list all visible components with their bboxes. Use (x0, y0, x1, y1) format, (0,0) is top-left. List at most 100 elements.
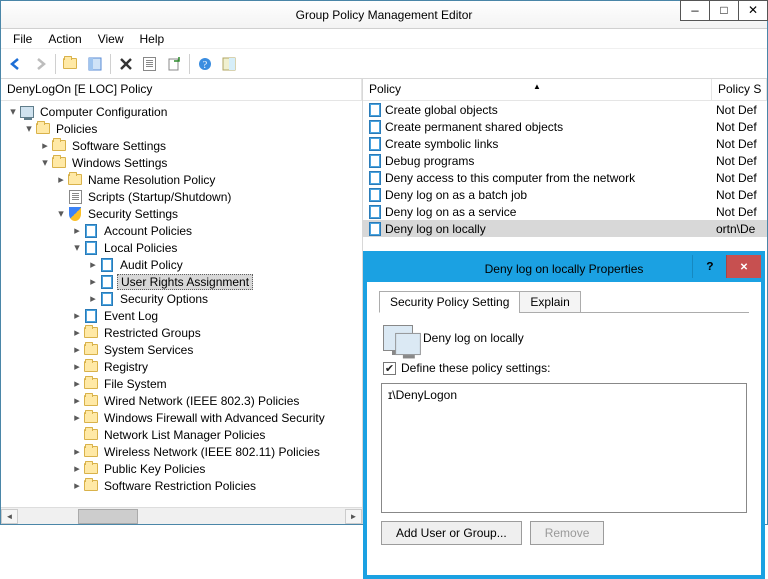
delete-button[interactable] (115, 53, 137, 75)
tree-item[interactable]: ▾Windows Settings (1, 154, 362, 171)
tree-item[interactable]: ▸Public Key Policies (1, 460, 362, 477)
menu-action[interactable]: Action (40, 30, 89, 48)
expand-icon[interactable]: ▸ (71, 462, 83, 476)
close-button[interactable]: ✕ (738, 0, 768, 21)
export-button[interactable] (163, 53, 185, 75)
expand-icon[interactable]: ▸ (71, 224, 83, 238)
tree-item[interactable]: ▾Computer Configuration (1, 103, 362, 120)
details-header[interactable]: Policy▲ Policy S (363, 79, 767, 101)
tree-item[interactable]: ▸System Services (1, 341, 362, 358)
help-button[interactable]: ? (194, 53, 216, 75)
back-button[interactable] (5, 53, 27, 75)
expand-icon[interactable]: ▸ (71, 479, 83, 493)
tree-item[interactable]: ▸Name Resolution Policy (1, 171, 362, 188)
remove-button[interactable]: Remove (530, 521, 605, 545)
menu-help[interactable]: Help (132, 30, 173, 48)
tab-security-policy-setting[interactable]: Security Policy Setting (379, 291, 520, 313)
tree-item[interactable]: ▸Event Log (1, 307, 362, 324)
col-policy[interactable]: Policy▲ (363, 79, 712, 100)
dialog-tabs: Security Policy Setting Explain (379, 290, 749, 313)
expand-icon[interactable]: ▾ (7, 105, 19, 119)
tree-item[interactable]: Network List Manager Policies (1, 426, 362, 443)
menu-file[interactable]: File (5, 30, 40, 48)
tree-header: DenyLogOn [E LOC] Policy (1, 79, 362, 101)
policy-setting: Not Def (712, 154, 767, 168)
book-icon (83, 223, 99, 239)
tree-item[interactable]: ▸ Account Policies (1, 222, 362, 239)
expand-icon[interactable]: ▾ (23, 122, 35, 136)
menu-view[interactable]: View (90, 30, 132, 48)
policy-row[interactable]: Create symbolic linksNot Def (363, 135, 767, 152)
forward-button[interactable] (29, 53, 51, 75)
expand-icon[interactable]: ▸ (71, 377, 83, 391)
scroll-left-icon[interactable]: ◄ (1, 509, 18, 524)
expand-icon[interactable]: ▾ (71, 241, 83, 255)
tree-item[interactable]: ▸ Restricted Groups (1, 324, 362, 341)
book-icon (99, 291, 115, 307)
policy-row[interactable]: Deny log on locallyortn\De (363, 220, 767, 237)
dialog-titlebar[interactable]: Deny log on locally Properties ? ✕ (367, 255, 761, 282)
tree-item[interactable]: ▸Security Options (1, 290, 362, 307)
dialog-close-button[interactable]: ✕ (726, 255, 761, 278)
policy-row[interactable]: Create permanent shared objectsNot Def (363, 118, 767, 135)
tree-item[interactable]: ▸User Rights Assignment (1, 273, 362, 290)
add-user-button[interactable]: Add User or Group... (381, 521, 522, 545)
expand-icon[interactable]: ▾ (39, 156, 51, 170)
expand-icon[interactable]: ▸ (71, 326, 83, 340)
policy-row[interactable]: Create global objectsNot Def (363, 101, 767, 118)
dialog-help-button[interactable]: ? (692, 255, 727, 278)
tree-item-label: Restricted Groups (101, 326, 204, 340)
scroll-right-icon[interactable]: ► (345, 509, 362, 524)
expand-icon[interactable]: ▸ (87, 292, 99, 306)
scroll-thumb[interactable] (78, 509, 138, 524)
tree-item[interactable]: ▸Wired Network (IEEE 802.3) Policies (1, 392, 362, 409)
policy-row[interactable]: Deny log on as a batch jobNot Def (363, 186, 767, 203)
tree-item[interactable]: ▸Audit Policy (1, 256, 362, 273)
filter-button[interactable] (218, 53, 240, 75)
tree-item[interactable]: ▸Software Settings (1, 137, 362, 154)
list-item[interactable]: ɪ\DenyLogon (388, 388, 740, 402)
policy-row[interactable]: Debug programsNot Def (363, 152, 767, 169)
tree-item[interactable]: ▸Wireless Network (IEEE 802.11) Policies (1, 443, 362, 460)
expand-icon[interactable]: ▸ (71, 309, 83, 323)
users-listbox[interactable]: ɪ\DenyLogon (381, 383, 747, 513)
minimize-button[interactable]: — (680, 0, 710, 21)
tree-item-label: Account Policies (101, 224, 195, 238)
define-settings-row: ✔ Define these policy settings: (379, 359, 749, 381)
tree-item[interactable]: ▾Security Settings (1, 205, 362, 222)
tree-item[interactable]: ▾Policies (1, 120, 362, 137)
tree-item-label: Local Policies (101, 241, 180, 255)
tree-view[interactable]: ▾Computer Configuration▾Policies▸Softwar… (1, 101, 362, 507)
titlebar: Group Policy Management Editor — □ ✕ (1, 1, 767, 29)
tab-explain[interactable]: Explain (519, 291, 580, 313)
tree-hscrollbar[interactable]: ◄ ► (1, 507, 362, 524)
expand-icon[interactable]: ▸ (71, 394, 83, 408)
tree-item[interactable]: ▸Windows Firewall with Advanced Security (1, 409, 362, 426)
col-policy-setting[interactable]: Policy S (712, 79, 767, 100)
tree-item[interactable]: ▸Registry (1, 358, 362, 375)
expand-icon[interactable]: ▸ (71, 411, 83, 425)
expand-icon[interactable]: ▸ (87, 258, 99, 272)
expand-icon[interactable]: ▸ (71, 343, 83, 357)
policy-row[interactable]: Deny log on as a serviceNot Def (363, 203, 767, 220)
folder-icon (51, 155, 67, 171)
policy-row[interactable]: Deny access to this computer from the ne… (363, 169, 767, 186)
show-tree-button[interactable] (84, 53, 106, 75)
expand-icon[interactable]: ▸ (87, 275, 99, 289)
tree-item[interactable]: ▾ Local Policies (1, 239, 362, 256)
expand-icon[interactable]: ▸ (71, 445, 83, 459)
properties-button[interactable] (139, 53, 161, 75)
maximize-button[interactable]: □ (709, 0, 739, 21)
define-settings-checkbox[interactable]: ✔ (383, 362, 396, 375)
tree-item[interactable]: ▸Software Restriction Policies (1, 477, 362, 494)
up-button[interactable] (60, 53, 82, 75)
expand-icon[interactable]: ▸ (71, 360, 83, 374)
scroll-icon (67, 189, 83, 205)
folder-icon (83, 427, 99, 443)
tree-item[interactable]: Scripts (Startup/Shutdown) (1, 188, 362, 205)
tree-item[interactable]: ▸File System (1, 375, 362, 392)
expand-icon[interactable]: ▸ (55, 173, 67, 187)
separator-icon (189, 54, 190, 74)
expand-icon[interactable]: ▸ (39, 139, 51, 153)
expand-icon[interactable]: ▾ (55, 207, 67, 221)
